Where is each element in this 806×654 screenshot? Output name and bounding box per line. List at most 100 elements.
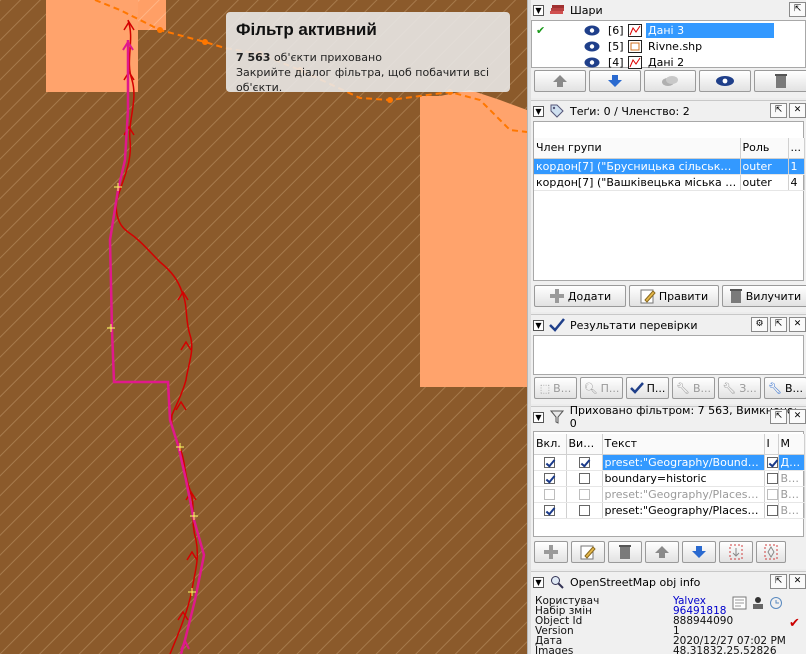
hide-checkbox[interactable] xyxy=(578,473,590,484)
wrench-icon: 🔧︎ xyxy=(675,381,690,395)
table-row[interactable]: boundary=historic Вил... xyxy=(534,470,805,487)
hide-checkbox[interactable] xyxy=(578,489,590,500)
delete-layer-button[interactable] xyxy=(754,70,806,92)
expand-filter-button[interactable] xyxy=(756,541,786,563)
add-filter-button[interactable] xyxy=(534,541,568,563)
layer-item[interactable]: ✔ [6] Дані 3 xyxy=(532,22,805,38)
member-cell[interactable]: кордон[7] ("Брусницька сільська гром... xyxy=(534,158,741,175)
enable-checkbox[interactable] xyxy=(544,473,556,484)
select-button[interactable]: ⬚ В... xyxy=(534,377,577,399)
layer-item[interactable]: [4] Дані 2 xyxy=(532,54,805,70)
map-view[interactable]: Фільтр активний 7 563 об'єкти приховано … xyxy=(0,0,527,654)
inverted-checkbox[interactable] xyxy=(766,473,777,484)
detach-icon[interactable]: ⇱ xyxy=(789,2,806,17)
filter-text-cell[interactable]: preset:"Geography/Places/To... xyxy=(602,502,765,519)
delete-tag-button[interactable]: Вилучити xyxy=(722,285,806,307)
collapse-icon[interactable]: ▼ xyxy=(533,319,544,331)
visibility-eye-icon[interactable] xyxy=(584,25,600,36)
role-cell[interactable]: outer xyxy=(740,158,789,175)
inverted-checkbox[interactable] xyxy=(766,457,777,468)
table-row[interactable]: кордон[7] ("Вашківецька міська громa... … xyxy=(534,174,805,191)
table-row[interactable]: preset:"Geography/Places/Vill... Вил... xyxy=(534,486,805,503)
collapse-icon[interactable]: ▼ xyxy=(533,4,544,16)
column-header-inverted[interactable]: I xyxy=(764,434,779,455)
column-header-role[interactable]: Роль xyxy=(740,138,789,159)
collapse-icon[interactable]: ▼ xyxy=(533,576,544,588)
filter-title-bar[interactable]: ▼ Приховано фільтром: 7 563, Вимкнено: 0… xyxy=(531,404,806,430)
column-header-position[interactable]: ... xyxy=(788,138,805,159)
column-header-hide[interactable]: Викл. xyxy=(566,434,603,455)
close-icon[interactable]: ✕ xyxy=(789,103,806,118)
objinfo-title-bar[interactable]: ▼ OpenStreetMap obj info ⇱ ✕ xyxy=(531,572,806,592)
validation-title-bar[interactable]: ▼ Результати перевірки ⚙ ⇱ ✕ xyxy=(531,315,806,335)
wrench-icon: 🔧︎ xyxy=(722,381,737,395)
move-filter-down-button[interactable] xyxy=(682,541,716,563)
enable-checkbox[interactable] xyxy=(544,457,556,468)
position-cell: 1 xyxy=(788,158,805,175)
layer-item[interactable]: [5] Rivne.shp xyxy=(532,38,805,54)
column-header-mode[interactable]: М xyxy=(778,434,805,455)
document-icon[interactable] xyxy=(731,596,749,610)
collapse-icon[interactable]: ▼ xyxy=(533,105,544,117)
detach-icon[interactable]: ⇱ xyxy=(770,574,787,589)
fix-all-button[interactable]: 🔧︎ В... xyxy=(764,377,806,399)
hide-checkbox[interactable] xyxy=(578,505,590,516)
history-icon[interactable] xyxy=(767,596,785,610)
filter-mode-cell[interactable]: Вил... xyxy=(778,470,805,487)
detach-icon[interactable]: ⇱ xyxy=(770,103,787,118)
filter-text-cell[interactable]: boundary=historic xyxy=(602,470,765,487)
edit-tag-button[interactable]: Правити xyxy=(629,285,719,307)
enable-checkbox[interactable] xyxy=(544,505,556,516)
layer-name[interactable]: Дані 2 xyxy=(646,55,774,70)
visibility-eye-icon[interactable] xyxy=(584,57,600,68)
role-cell[interactable]: outer xyxy=(740,174,789,191)
edit-filter-button[interactable] xyxy=(571,541,605,563)
show-hide-button[interactable] xyxy=(699,70,751,92)
validate-button[interactable]: П... xyxy=(626,377,669,399)
column-header-text[interactable]: Текст xyxy=(602,434,765,455)
table-row[interactable]: preset:"Geography/Places/To... Вил... xyxy=(534,502,805,519)
merge-button[interactable] xyxy=(644,70,696,92)
table-row[interactable]: preset:"Geography/Boundari... Дод... xyxy=(534,454,805,471)
zoom-button[interactable]: 🔍︎ П... xyxy=(580,377,623,399)
tags-title-bar[interactable]: ▼ Теґи: 0 / Членство: 2 ⇱ ✕ xyxy=(531,101,806,121)
toggle-filter-button[interactable] xyxy=(719,541,753,563)
fix-button[interactable]: 🔧︎ В... xyxy=(672,377,715,399)
collapse-icon[interactable]: ▼ xyxy=(533,411,544,423)
hidden-count: 7 563 xyxy=(236,51,271,64)
filter-mode-cell[interactable]: Вил... xyxy=(778,502,805,519)
hide-checkbox[interactable] xyxy=(578,457,590,468)
layers-list[interactable]: ✔ [6] Дані 3 [5] Rivne.shp [4] Дані 2 xyxy=(531,20,806,70)
close-icon[interactable]: ✕ xyxy=(789,409,806,424)
inverted-checkbox[interactable] xyxy=(766,505,777,516)
filter-mode-cell[interactable]: Дод... xyxy=(778,454,805,471)
inverted-checkbox[interactable] xyxy=(766,489,777,500)
detach-icon[interactable]: ⇱ xyxy=(770,317,787,332)
column-header-enable[interactable]: Вкл. xyxy=(534,434,567,455)
enable-checkbox[interactable] xyxy=(544,489,556,500)
ignore-button[interactable]: 🔧︎ З... xyxy=(718,377,761,399)
layers-title-bar[interactable]: ▼ Шари ⇱ xyxy=(531,0,806,20)
filter-text-cell[interactable]: preset:"Geography/Places/Vill... xyxy=(602,486,765,503)
close-icon[interactable]: ✕ xyxy=(789,574,806,589)
map-canvas[interactable] xyxy=(0,0,527,654)
column-header-member[interactable]: Член групи xyxy=(534,138,741,159)
user-icon[interactable] xyxy=(749,596,767,610)
move-filter-up-button[interactable] xyxy=(645,541,679,563)
member-cell[interactable]: кордон[7] ("Вашківецька міська громa... xyxy=(534,174,741,191)
filter-text-cell[interactable]: preset:"Geography/Boundari... xyxy=(602,454,765,471)
detach-icon[interactable]: ⇱ xyxy=(770,409,787,424)
close-icon[interactable]: ✕ xyxy=(789,317,806,332)
visibility-eye-icon[interactable] xyxy=(584,41,600,52)
table-row[interactable]: кордон[7] ("Брусницька сільська гром... … xyxy=(534,158,805,175)
settings-icon[interactable]: ⚙ xyxy=(751,317,768,332)
wrench-icon: 🔧︎ xyxy=(767,381,782,395)
pencil-icon xyxy=(640,288,656,304)
delete-filter-button[interactable] xyxy=(608,541,642,563)
add-tag-button[interactable]: Додати xyxy=(534,285,626,307)
move-up-button[interactable] xyxy=(534,70,586,92)
move-down-button[interactable] xyxy=(589,70,641,92)
filter-mode-cell[interactable]: Вил... xyxy=(778,486,805,503)
layer-name[interactable]: Дані 3 xyxy=(646,22,774,38)
layer-name[interactable]: Rivne.shp xyxy=(646,39,774,54)
